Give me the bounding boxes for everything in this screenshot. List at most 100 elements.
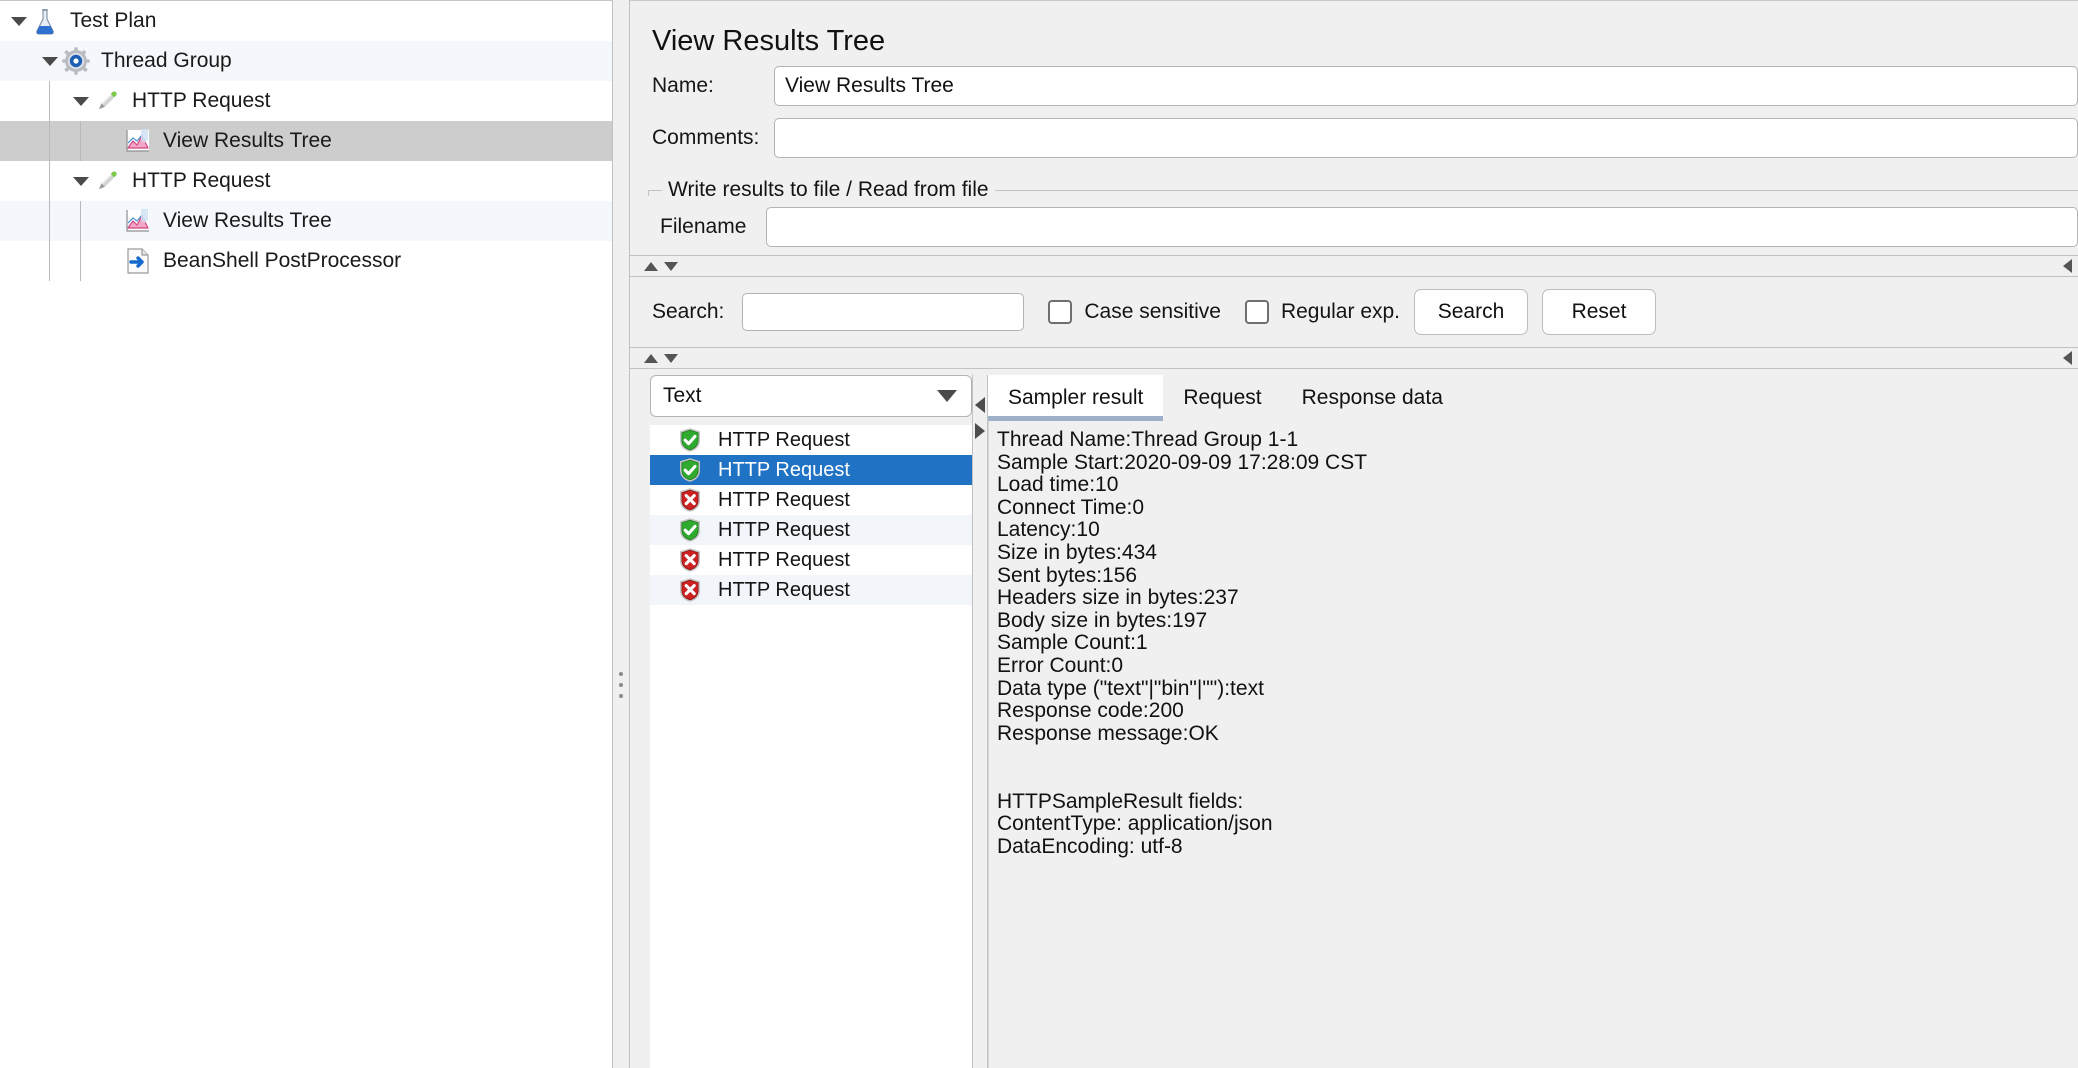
tree-node-http-request[interactable]: HTTP Request <box>0 161 612 201</box>
detail-tabs[interactable]: Sampler result Request Response data <box>988 375 2078 421</box>
sample-result-label: HTTP Request <box>718 548 850 571</box>
tab-request[interactable]: Request <box>1163 375 1282 421</box>
tree-node-label: HTTP Request <box>132 169 271 192</box>
tree-expand-toggle-icon[interactable] <box>8 10 30 32</box>
tree-guide-line <box>80 201 81 241</box>
sample-result-row[interactable]: HTTP Request <box>650 545 972 575</box>
tree-node-beanshell-postprocessor[interactable]: BeanShell PostProcessor <box>0 241 612 281</box>
sampler-result-line: Sample Start:2020-09-09 17:28:09 CST <box>997 450 1368 474</box>
sample-result-label: HTTP Request <box>718 458 850 481</box>
regular-exp-checkbox[interactable] <box>1244 300 1269 324</box>
collapse-up-icon[interactable] <box>644 261 658 271</box>
view-results-tree-panel: View Results Tree Name: View Results Tre… <box>630 0 2078 1068</box>
status-error-icon <box>678 487 702 513</box>
status-success-icon <box>678 517 702 543</box>
sample-result-row[interactable]: HTTP Request <box>650 425 972 455</box>
tab-response-data[interactable]: Response data <box>1281 375 1463 421</box>
test-plan-tree[interactable]: Test Plan Thread Group HTTP Request View Re… <box>0 0 612 1068</box>
results-detail-splitter[interactable] <box>972 375 988 1068</box>
sample-result-row[interactable]: HTTP Request <box>650 575 972 605</box>
tab-label: Response data <box>1301 386 1443 409</box>
tree-guide-line <box>49 161 50 201</box>
tree-node-label: View Results Tree <box>163 209 332 232</box>
write-results-group: Write results to file / Read from file F… <box>648 179 2078 255</box>
http-request-icon <box>92 86 122 116</box>
render-selector-value: Text <box>663 384 702 407</box>
splitter-grip[interactable] <box>619 672 623 698</box>
sample-result-list[interactable]: HTTP Request HTTP Request HTTP Request HTTP… <box>650 425 972 1068</box>
thread-group-icon <box>61 46 91 76</box>
name-input[interactable]: View Results Tree <box>774 66 2078 106</box>
comments-input[interactable] <box>774 118 2078 158</box>
results-area: Text HTTP Request HTTP Request HTTP Reques… <box>630 369 2078 1068</box>
tree-guide-line <box>49 121 50 161</box>
collapse-right-icon[interactable] <box>975 423 985 439</box>
tree-expand-toggle-icon[interactable] <box>70 170 92 192</box>
jmeter-window: Test Plan Thread Group HTTP Request View Re… <box>0 0 2078 1068</box>
collapse-strip-bottom[interactable] <box>630 347 2078 369</box>
sampler-result-line: Latency:10 <box>997 518 1100 542</box>
collapse-strip-top[interactable] <box>630 255 2078 277</box>
sampler-result-line: Connect Time:0 <box>997 495 1145 519</box>
group-border-corner <box>648 190 649 196</box>
filename-row: Filename <box>648 207 2078 247</box>
reset-button[interactable]: Reset <box>1542 289 1657 335</box>
case-sensitive-checkbox[interactable] <box>1048 300 1073 324</box>
sample-result-row[interactable]: HTTP Request <box>650 485 972 515</box>
search-label: Search: <box>652 300 725 323</box>
grip-dot <box>619 672 623 676</box>
comments-label: Comments: <box>652 126 760 149</box>
collapse-up-icon[interactable] <box>644 353 658 363</box>
tree-node-label: HTTP Request <box>132 89 271 112</box>
collapse-down-icon[interactable] <box>664 353 678 363</box>
tree-node-test-plan[interactable]: Test Plan <box>0 1 612 41</box>
tree-expand-toggle-icon[interactable] <box>39 50 61 72</box>
collapse-down-icon[interactable] <box>664 261 678 271</box>
tree-node-thread-group[interactable]: Thread Group <box>0 41 612 81</box>
sampler-result-blank-line <box>997 745 2078 768</box>
sample-result-label: HTTP Request <box>718 428 850 451</box>
sampler-result-line: Sample Count:1 <box>997 631 1148 655</box>
tree-guide-line <box>80 241 81 281</box>
tab-sampler-result[interactable]: Sampler result <box>988 375 1164 421</box>
http-request-icon <box>92 166 122 196</box>
comments-row: Comments: <box>630 115 2078 161</box>
sampler-result-line: Load time:10 <box>997 473 1119 497</box>
search-button[interactable]: Search <box>1414 289 1529 335</box>
regular-exp-group[interactable]: Regular exp. <box>1244 300 1401 324</box>
sampler-result-text[interactable]: Thread Name:Thread Group 1-1 Sample Start… <box>988 421 2078 1068</box>
sampler-result-line: Sent bytes:156 <box>997 563 1138 587</box>
sampler-result-blank-line <box>997 768 2078 791</box>
sample-result-label: HTTP Request <box>718 518 850 541</box>
case-sensitive-group[interactable]: Case sensitive <box>1048 300 1221 324</box>
tree-node-http-request[interactable]: HTTP Request <box>0 81 612 121</box>
tree-expand-toggle-icon[interactable] <box>70 90 92 112</box>
sampler-result-line: Response code:200 <box>997 699 1184 723</box>
sample-result-row[interactable]: HTTP Request <box>650 515 972 545</box>
grip-dot <box>619 683 623 687</box>
filename-input[interactable] <box>766 207 2078 247</box>
collapse-right-icon[interactable] <box>2063 259 2072 273</box>
chevron-down-icon <box>937 390 957 402</box>
tree-node-label: Thread Group <box>101 49 232 72</box>
sample-result-label: HTTP Request <box>718 488 850 511</box>
sampler-result-line: Thread Name:Thread Group 1-1 <box>997 428 1299 451</box>
case-sensitive-label: Case sensitive <box>1084 300 1221 323</box>
tree-node-label: BeanShell PostProcessor <box>163 249 402 272</box>
main-vertical-splitter[interactable] <box>612 0 630 1068</box>
sampler-result-line: DataEncoding: utf-8 <box>997 834 1183 858</box>
sampler-result-line: ContentType: application/json <box>997 812 1273 836</box>
collapse-left-icon[interactable] <box>975 397 985 413</box>
name-label: Name: <box>652 74 714 97</box>
sampler-result-line: Headers size in bytes:237 <box>997 586 1239 610</box>
search-input[interactable] <box>742 293 1025 331</box>
status-success-icon <box>678 427 702 453</box>
sample-result-row[interactable]: HTTP Request <box>650 455 972 485</box>
regular-exp-label: Regular exp. <box>1280 300 1401 323</box>
status-error-icon <box>678 547 702 573</box>
tree-node-view-results-tree[interactable]: View Results Tree <box>0 201 612 241</box>
collapse-right-icon[interactable] <box>2063 351 2072 365</box>
tree-node-view-results-tree[interactable]: View Results Tree <box>0 121 612 161</box>
render-selector[interactable]: Text <box>650 375 972 417</box>
name-row: Name: View Results Tree <box>630 63 2078 109</box>
